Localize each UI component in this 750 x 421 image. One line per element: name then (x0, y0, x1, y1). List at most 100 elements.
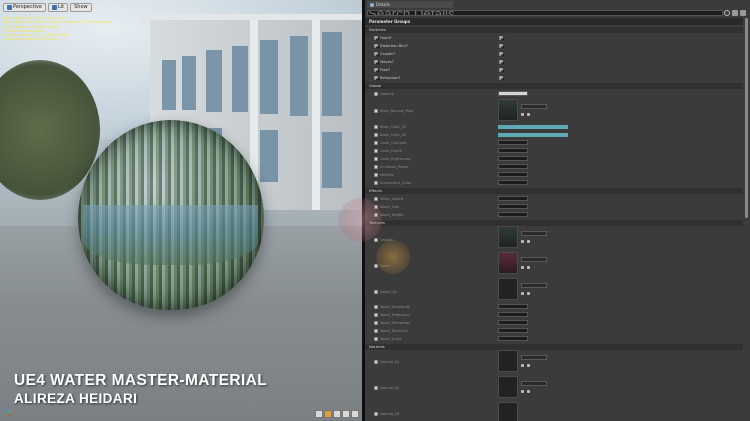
texture-thumbnail[interactable] (498, 350, 518, 372)
param-value-field[interactable] (498, 156, 528, 161)
search-input[interactable] (367, 10, 723, 16)
texture-thumbnail[interactable] (498, 278, 518, 300)
lit-button[interactable]: Lit (47, 3, 69, 12)
param-value-field[interactable] (498, 212, 528, 217)
override-checkbox[interactable] (374, 386, 378, 390)
param-value-field[interactable] (498, 196, 528, 201)
param-row: Normal_03 (365, 410, 743, 418)
param-value-field[interactable] (498, 312, 528, 317)
perspective-button[interactable]: Perspective (3, 3, 46, 12)
color-swatch[interactable] (498, 133, 568, 137)
override-checkbox[interactable] (374, 165, 378, 169)
param-value-field[interactable] (498, 320, 528, 325)
search-icon[interactable] (724, 10, 730, 16)
texture-asset-combo[interactable] (521, 231, 547, 236)
param-value-field[interactable] (498, 204, 528, 209)
texture-asset-combo[interactable] (521, 355, 547, 360)
override-checkbox[interactable] (374, 157, 378, 161)
param-value-field[interactable] (498, 180, 528, 185)
texture-asset-combo[interactable] (521, 104, 547, 109)
param-label: Wave_Speed (380, 197, 403, 201)
category-effects[interactable]: Effects (365, 188, 743, 194)
reset-icon[interactable] (527, 390, 530, 393)
override-checkbox[interactable] (374, 76, 378, 80)
mesh-preview-icon[interactable] (351, 410, 359, 418)
param-value-field[interactable] (498, 172, 528, 177)
override-checkbox[interactable] (374, 68, 378, 72)
override-checkbox[interactable] (374, 36, 378, 40)
param-label: Wave_Scale (380, 337, 402, 341)
override-checkbox[interactable] (374, 197, 378, 201)
texture-asset-combo[interactable] (521, 283, 547, 288)
param-value-field[interactable] (498, 336, 528, 341)
category-textures[interactable]: Textures (365, 220, 743, 226)
param-value-field[interactable] (498, 164, 528, 169)
override-checkbox[interactable] (374, 329, 378, 333)
override-checkbox[interactable] (374, 337, 378, 341)
browse-icon[interactable] (521, 292, 524, 295)
preview-shape-buttons (315, 410, 359, 418)
color-swatch[interactable] (498, 125, 568, 129)
eye-icon[interactable] (740, 10, 746, 16)
texture-thumbnail[interactable] (498, 252, 518, 274)
sphere-preview-icon[interactable] (324, 410, 332, 418)
override-checkbox[interactable] (374, 60, 378, 64)
parameter-groups-header[interactable]: Parameter Groups (365, 18, 743, 25)
details-tab[interactable]: Details (367, 1, 453, 8)
override-checkbox[interactable] (374, 313, 378, 317)
texture-thumbnail[interactable] (498, 99, 518, 121)
reset-icon[interactable] (527, 364, 530, 367)
browse-icon[interactable] (521, 266, 524, 269)
switch-value-checkbox[interactable] (499, 52, 503, 56)
browse-icon[interactable] (521, 113, 524, 116)
browse-icon[interactable] (521, 240, 524, 243)
reset-icon[interactable] (527, 266, 530, 269)
texture-thumbnail[interactable] (498, 402, 518, 421)
param-value-field[interactable] (498, 91, 528, 96)
plane-preview-icon[interactable] (333, 410, 341, 418)
switch-value-checkbox[interactable] (499, 60, 503, 64)
param-value-field[interactable] (498, 304, 528, 309)
override-checkbox[interactable] (374, 173, 378, 177)
browse-icon[interactable] (521, 390, 524, 393)
category-switches[interactable]: Switches (365, 27, 743, 33)
param-value-field[interactable] (498, 328, 528, 333)
override-checkbox[interactable] (374, 412, 378, 416)
panel-scrollbar[interactable] (745, 18, 748, 218)
browse-icon[interactable] (521, 364, 524, 367)
category-normals[interactable]: Normals (365, 344, 743, 350)
override-checkbox[interactable] (374, 92, 378, 96)
param-value-field[interactable] (498, 148, 528, 153)
override-checkbox[interactable] (374, 305, 378, 309)
switch-value-checkbox[interactable] (499, 68, 503, 72)
override-checkbox[interactable] (374, 133, 378, 137)
texture-thumbnail[interactable] (498, 376, 518, 398)
override-checkbox[interactable] (374, 149, 378, 153)
override-checkbox[interactable] (374, 321, 378, 325)
material-preview-viewport[interactable]: Perspective Lit Show Base pass shader: 7… (0, 0, 362, 421)
param-value-field[interactable] (498, 140, 528, 145)
cylinder-preview-icon[interactable] (315, 410, 323, 418)
switch-value-checkbox[interactable] (499, 44, 503, 48)
texture-asset-combo[interactable] (521, 381, 547, 386)
texture-thumbnail[interactable] (498, 226, 518, 248)
override-checkbox[interactable] (374, 141, 378, 145)
switch-value-checkbox[interactable] (499, 36, 503, 40)
category-global[interactable]: Global (365, 83, 743, 89)
reset-icon[interactable] (527, 240, 530, 243)
override-checkbox[interactable] (374, 125, 378, 129)
override-checkbox[interactable] (374, 290, 378, 294)
override-checkbox[interactable] (374, 360, 378, 364)
texture-asset-combo[interactable] (521, 257, 547, 262)
switch-value-checkbox[interactable] (499, 76, 503, 80)
override-checkbox[interactable] (374, 109, 378, 113)
override-checkbox[interactable] (374, 52, 378, 56)
cube-preview-icon[interactable] (342, 410, 350, 418)
override-checkbox[interactable] (374, 44, 378, 48)
view-options-icon[interactable] (732, 10, 738, 16)
override-checkbox[interactable] (374, 238, 378, 242)
reset-icon[interactable] (527, 113, 530, 116)
show-button[interactable]: Show (70, 3, 92, 12)
override-checkbox[interactable] (374, 181, 378, 185)
reset-icon[interactable] (527, 292, 530, 295)
